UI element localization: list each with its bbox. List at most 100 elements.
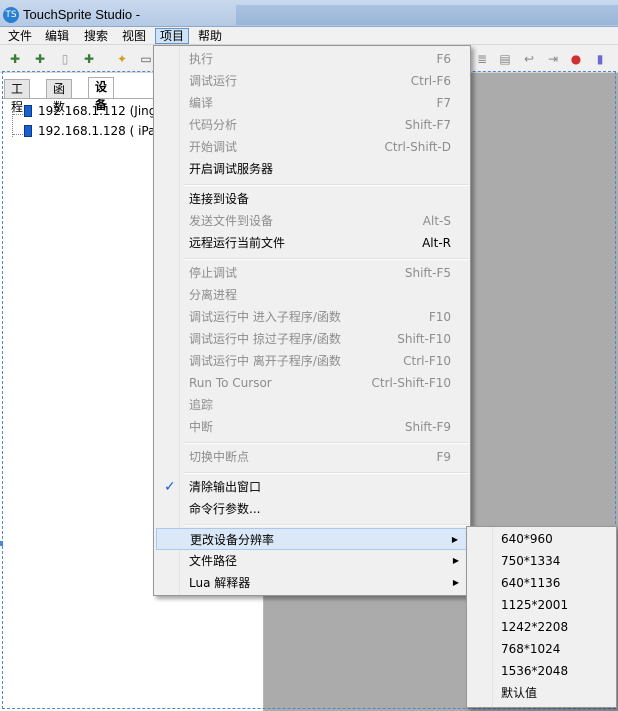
menu-item-shortcut: Alt-R [422, 236, 451, 250]
menu-item-shortcut: Alt-S [422, 214, 451, 228]
menu-item-connect-device[interactable]: 连接到设备 [156, 188, 468, 210]
menu-search[interactable]: 搜索 [80, 28, 112, 44]
menu-item-label: 开启调试服务器 [189, 162, 274, 176]
menu-separator [184, 472, 468, 474]
menu-item-lua-interpreter[interactable]: Lua 解释器 ▶ [156, 572, 468, 594]
goto-icon[interactable]: ⇥ [545, 51, 561, 67]
menu-item-label: 编译 [189, 96, 214, 110]
menu-item-detach-process[interactable]: 分离进程 [156, 284, 468, 306]
menu-item-compile[interactable]: 编译 F7 [156, 92, 468, 114]
menu-item-shortcut: Shift-F5 [404, 266, 451, 280]
menu-project[interactable]: 项目 [155, 28, 190, 44]
remove-file-icon[interactable]: ▯ [57, 51, 73, 67]
menu-item-label: 执行 [189, 52, 214, 66]
resolution-option-750x1334[interactable]: 750*1334 [469, 550, 614, 572]
window-title: TouchSprite Studio - [23, 7, 141, 22]
open-file-icon[interactable]: ▭ [138, 51, 154, 67]
indent-icon[interactable]: ≣ [474, 51, 490, 67]
menu-item-start-debug[interactable]: 开始调试 Ctrl-Shift-D [156, 136, 468, 158]
menu-item-shortcut: Shift-F7 [404, 118, 451, 132]
menu-item-trace[interactable]: 追踪 [156, 394, 468, 416]
menu-item-toggle-breakpoint[interactable]: 切换中断点 F9 [156, 446, 468, 468]
checkmark-icon: ✓ [164, 479, 176, 495]
menu-item-label: 清除输出窗口 [189, 480, 262, 494]
menu-item-file-path[interactable]: 文件路径 ▶ [156, 550, 468, 572]
resolution-label: 640*960 [501, 532, 553, 546]
menu-item-label: 调试运行中 掠过子程序/函数 [189, 332, 341, 346]
uncomment-icon[interactable]: ↩ [521, 51, 537, 67]
menu-item-run-to-cursor[interactable]: Run To Cursor Ctrl-Shift-F10 [156, 372, 468, 394]
resolution-option-640x1136[interactable]: 640*1136 [469, 572, 614, 594]
menu-item-step-into[interactable]: 调试运行中 进入子程序/函数 F10 [156, 306, 468, 328]
comment-icon[interactable]: ▤ [497, 51, 513, 67]
menu-item-shortcut: F7 [436, 96, 451, 110]
resolution-label: 750*1334 [501, 554, 561, 568]
settings-file-icon[interactable]: ✚ [81, 51, 97, 67]
menu-separator [184, 258, 468, 260]
menu-item-label: 切换中断点 [189, 450, 250, 464]
menu-item-shortcut: Ctrl-Shift-F10 [371, 376, 451, 390]
resolution-label: 640*1136 [501, 576, 561, 590]
new-project-icon[interactable]: ✚ [7, 51, 23, 67]
tab-project[interactable]: 工程 [4, 79, 31, 114]
resolution-label: 1536*2048 [501, 664, 569, 678]
menu-item-shortcut: F6 [436, 52, 451, 66]
resolution-option-1536x2048[interactable]: 1536*2048 [469, 660, 614, 682]
menu-help[interactable]: 帮助 [194, 28, 226, 44]
app-logo-icon: TS [3, 7, 19, 23]
menu-item-debug-run[interactable]: 调试运行 Ctrl-F6 [156, 70, 468, 92]
menu-file[interactable]: 文件 [4, 28, 36, 44]
resolution-option-1125x2001[interactable]: 1125*2001 [469, 594, 614, 616]
menu-item-start-debug-server[interactable]: 开启调试服务器 [156, 158, 468, 180]
menu-item-shortcut: F10 [428, 310, 451, 324]
resolution-submenu: 640*960 750*1334 640*1136 1125*2001 1242… [466, 526, 617, 708]
menu-item-label: 分离进程 [189, 288, 238, 302]
menu-item-label: 停止调试 [189, 266, 238, 280]
menu-item-stop-debug[interactable]: 停止调试 Shift-F5 [156, 262, 468, 284]
add-file-icon[interactable]: ✚ [32, 51, 48, 67]
menu-item-label: 连接到设备 [189, 192, 250, 206]
tree-item-device-2[interactable]: 192.168.1.128 ( iPac [24, 122, 162, 140]
resolution-label: 1125*2001 [501, 598, 569, 612]
menu-item-label: Lua 解释器 [189, 576, 251, 590]
menu-item-label: 调试运行中 离开子程序/函数 [189, 354, 341, 368]
menu-view[interactable]: 视图 [118, 28, 150, 44]
breakpoint-icon[interactable]: ● [568, 51, 584, 67]
menu-item-shortcut: Ctrl-F6 [410, 74, 451, 88]
menu-bar: 文件 编辑 搜索 视图 项目 帮助 [0, 27, 618, 45]
menu-item-label: 中断 [189, 420, 214, 434]
menu-edit[interactable]: 编辑 [41, 28, 73, 44]
bookmark-icon[interactable]: ▮ [592, 51, 608, 67]
menu-item-remote-run[interactable]: 远程运行当前文件 Alt-R [156, 232, 468, 254]
device-label: 192.168.1.112 (Jing [38, 104, 157, 118]
menu-item-send-file[interactable]: 发送文件到设备 Alt-S [156, 210, 468, 232]
resolution-option-768x1024[interactable]: 768*1024 [469, 638, 614, 660]
resolution-option-1242x2208[interactable]: 1242*2208 [469, 616, 614, 638]
resize-marker [0, 541, 3, 546]
menu-item-run[interactable]: 执行 F6 [156, 48, 468, 70]
resolution-option-default[interactable]: 默认值 [469, 682, 614, 704]
menu-item-shortcut: Ctrl-F10 [403, 354, 451, 368]
menu-separator [184, 184, 468, 186]
menu-item-label: 发送文件到设备 [189, 214, 274, 228]
menu-item-step-over[interactable]: 调试运行中 掠过子程序/函数 Shift-F10 [156, 328, 468, 350]
tree-item-device-1[interactable]: 192.168.1.112 (Jing [24, 102, 156, 120]
menu-item-label: 远程运行当前文件 [189, 236, 286, 250]
menu-item-label: Run To Cursor [189, 376, 272, 390]
tree-connector [12, 111, 24, 137]
tab-devices[interactable]: 设备 [88, 77, 115, 112]
menu-item-break[interactable]: 中断 Shift-F9 [156, 416, 468, 438]
menu-item-shortcut: Ctrl-Shift-D [384, 140, 451, 154]
resolution-option-640x960[interactable]: 640*960 [469, 528, 614, 550]
menu-item-change-resolution[interactable]: 更改设备分辨率 ▶ [156, 528, 468, 550]
menu-item-step-out[interactable]: 调试运行中 离开子程序/函数 Ctrl-F10 [156, 350, 468, 372]
project-menu: 执行 F6 调试运行 Ctrl-F6 编译 F7 代码分析 Shift-F7 开… [153, 45, 471, 596]
menu-item-shortcut: Shift-F9 [404, 420, 451, 434]
tab-functions[interactable]: 函数 [46, 79, 73, 114]
menu-item-code-analysis[interactable]: 代码分析 Shift-F7 [156, 114, 468, 136]
new-file-icon[interactable]: ✦ [114, 51, 130, 67]
menu-item-label: 更改设备分辨率 [190, 533, 275, 547]
menu-item-command-args[interactable]: 命令行参数... [156, 498, 468, 520]
device-label: 192.168.1.128 ( iPac [38, 124, 163, 138]
menu-item-clear-output[interactable]: ✓ 清除输出窗口 [156, 476, 468, 498]
